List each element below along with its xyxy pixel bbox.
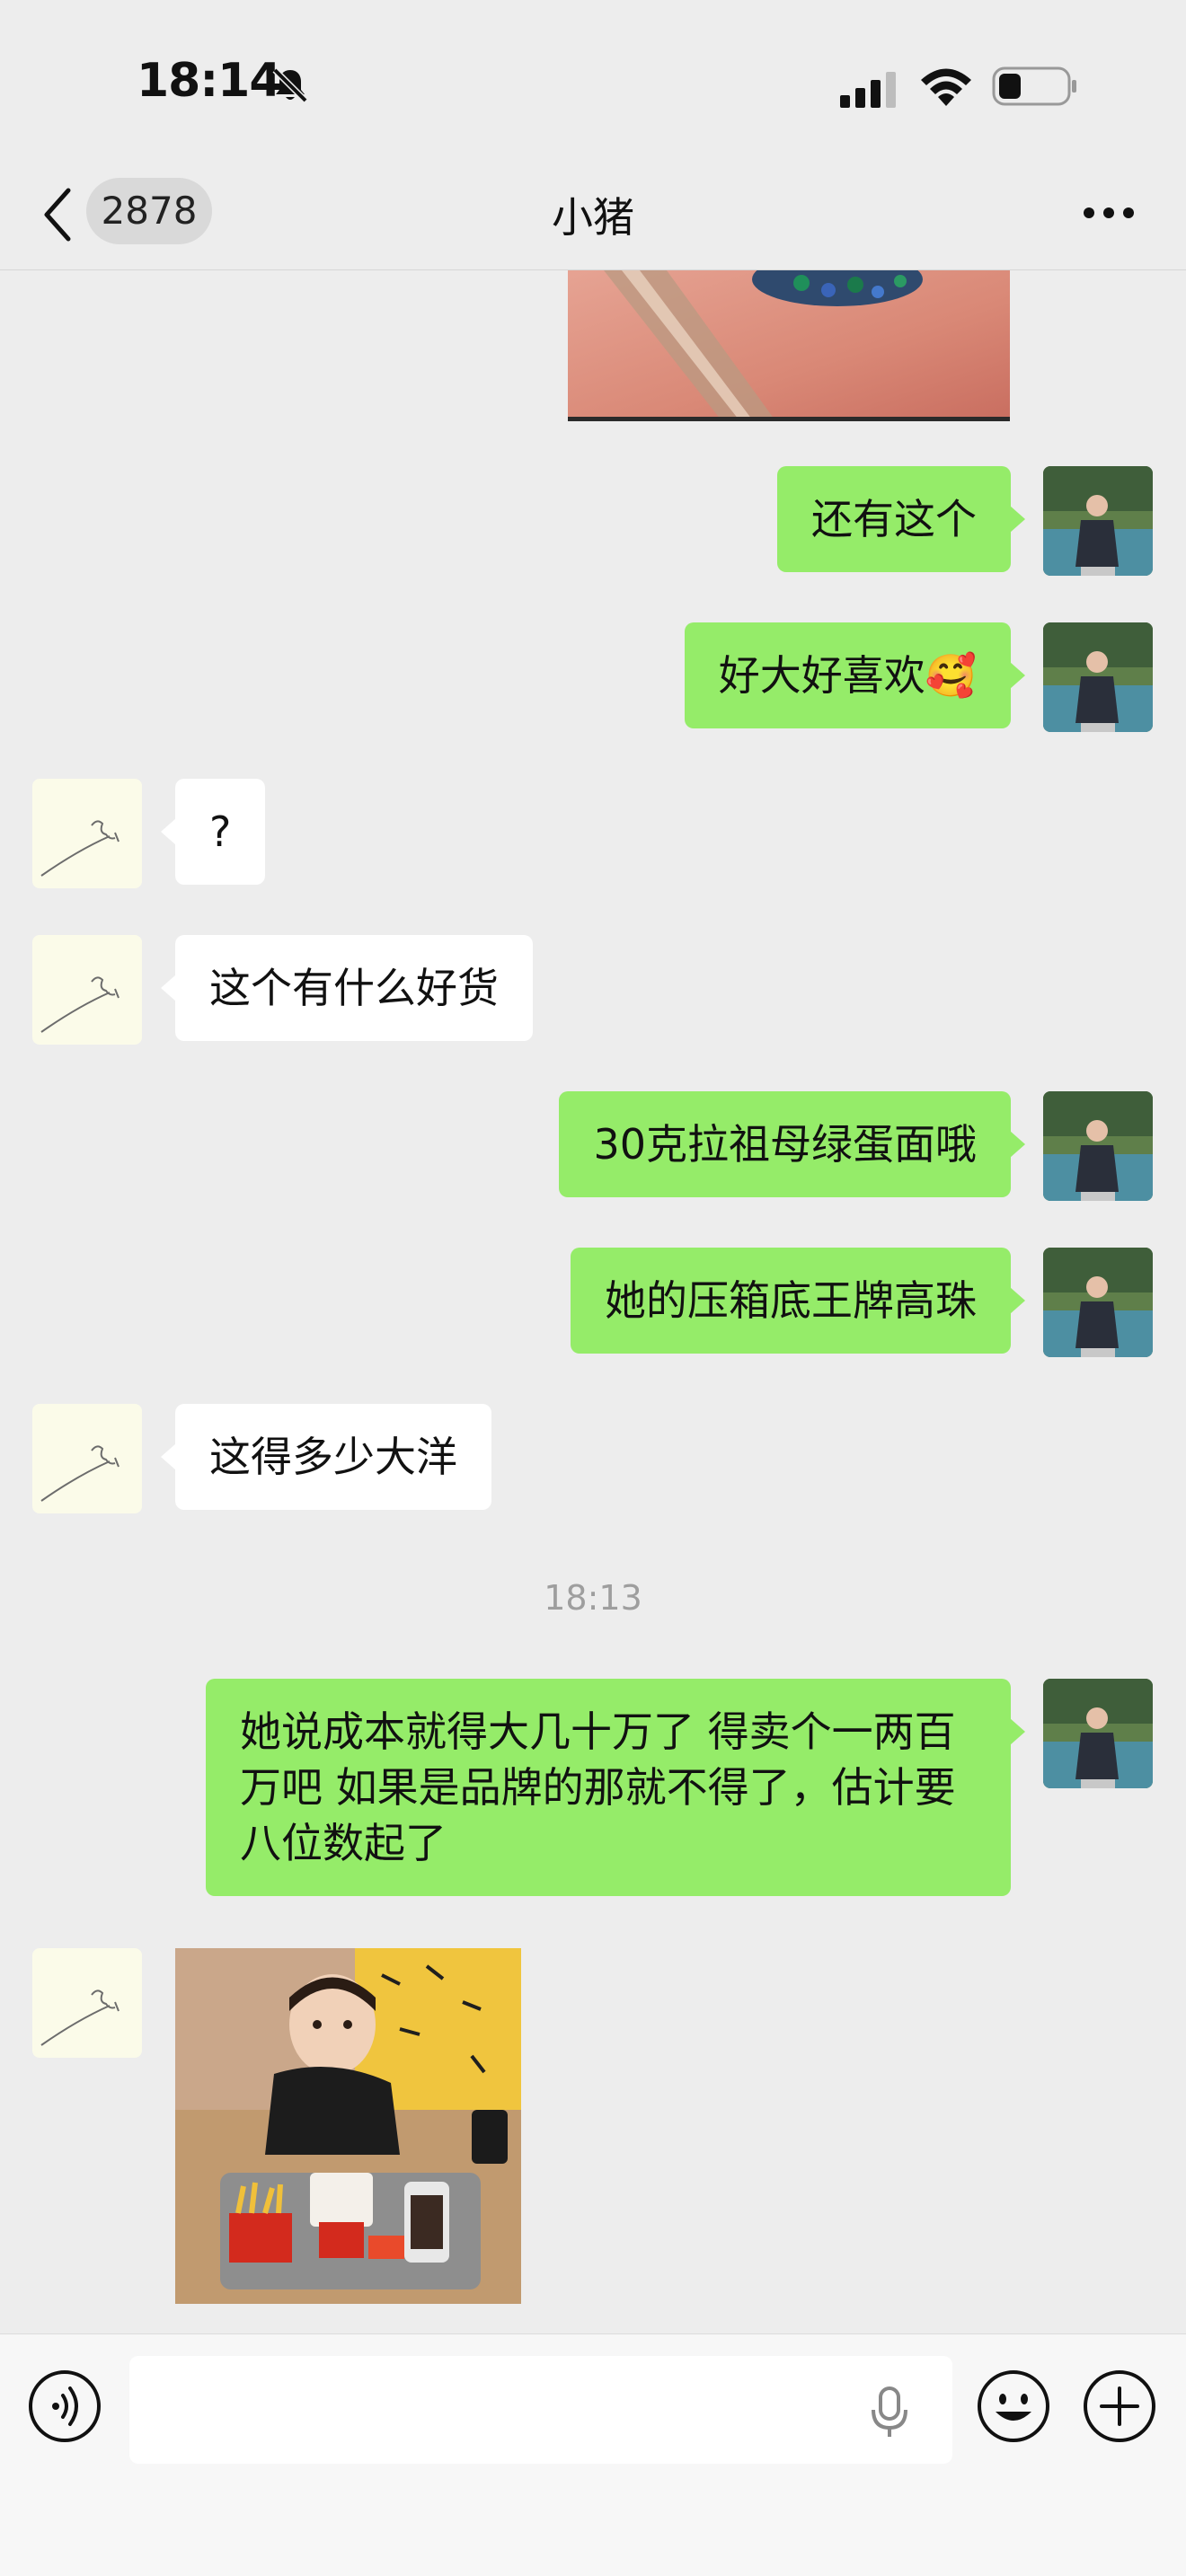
my-message-bubble[interactable]: 好大好喜欢🥰 <box>684 622 1026 728</box>
emoji-icon[interactable] <box>976 2369 1051 2444</box>
status-time: 18:14 <box>137 54 282 108</box>
plus-icon[interactable] <box>1082 2369 1157 2444</box>
chat-header: 2878 小猪 <box>0 162 1186 270</box>
contact-message-bubble[interactable]: 这得多少大洋 <box>161 1404 491 1510</box>
my-message-bubble[interactable]: 她说成本就得大几十万了 得卖个一两百万吧 如果是品牌的那就不得了，估计要八位数起… <box>206 1679 1025 1896</box>
photo-message[interactable] <box>175 1948 521 2304</box>
message-input-bar <box>0 2333 1186 2576</box>
contact-avatar[interactable] <box>32 1948 142 2058</box>
status-bar: 18:14 <box>0 0 1186 162</box>
my-avatar[interactable] <box>1043 1248 1153 1357</box>
contact-message-bubble[interactable]: 这个有什么好货 <box>161 935 533 1041</box>
my-avatar[interactable] <box>1043 466 1153 576</box>
voice-input-icon[interactable] <box>27 2369 102 2444</box>
chat-screen: 18:14 2878 小猪 还有这个 好大好喜欢🥰 ? 这个有什么好货 30克拉… <box>0 0 1186 2576</box>
cellular-signal-icon <box>840 72 896 108</box>
contact-avatar[interactable] <box>32 779 142 888</box>
muted-bell-icon <box>272 67 308 103</box>
message-text-input[interactable] <box>129 2356 952 2464</box>
chat-title: 小猪 <box>552 193 634 242</box>
jewelry-photo-message[interactable] <box>568 270 1010 421</box>
message-timestamp: 18:13 <box>544 1578 642 1618</box>
microphone-icon[interactable] <box>868 2385 911 2439</box>
contact-avatar[interactable] <box>32 935 142 1045</box>
wifi-icon <box>921 68 971 106</box>
my-avatar[interactable] <box>1043 622 1153 732</box>
my-avatar[interactable] <box>1043 1679 1153 1788</box>
my-message-bubble[interactable]: 30克拉祖母绿蛋面哦 <box>559 1091 1025 1197</box>
contact-message-bubble[interactable]: ? <box>160 779 266 885</box>
contact-avatar[interactable] <box>32 1404 142 1513</box>
my-message-bubble[interactable]: 她的压箱底王牌高珠 <box>571 1248 1025 1354</box>
battery-icon <box>992 66 1076 106</box>
message-list[interactable]: 还有这个 好大好喜欢🥰 ? 这个有什么好货 30克拉祖母绿蛋面哦 她的压箱底王牌… <box>0 270 1186 2333</box>
my-message-bubble[interactable]: 还有这个 <box>777 466 1025 572</box>
more-options-icon[interactable] <box>1082 199 1136 226</box>
my-avatar[interactable] <box>1043 1091 1153 1201</box>
